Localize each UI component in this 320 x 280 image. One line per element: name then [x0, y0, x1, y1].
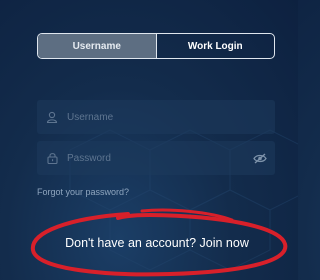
password-field[interactable]: [37, 141, 275, 175]
username-input[interactable]: [67, 111, 275, 123]
join-now-link[interactable]: Don't have an account? Join now: [37, 236, 277, 250]
lock-icon: [37, 152, 67, 164]
forgot-password-link[interactable]: Forgot your password?: [37, 187, 129, 197]
username-field[interactable]: [37, 100, 275, 134]
tab-username[interactable]: Username: [38, 34, 156, 58]
tab-work-login[interactable]: Work Login: [155, 34, 275, 58]
eye-slash-icon[interactable]: [245, 152, 275, 164]
user-icon: [37, 111, 67, 123]
password-input[interactable]: [67, 152, 245, 164]
login-type-toggle: Username Work Login: [37, 33, 275, 59]
